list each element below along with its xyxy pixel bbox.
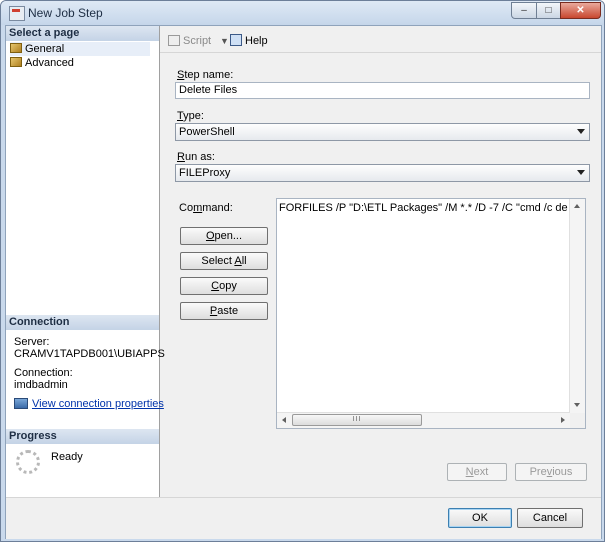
right-pane: Script ▼ Help Step name: Delete Files Ty… [160,26,601,538]
minimize-icon: – [521,5,527,16]
command-text[interactable]: FORFILES /P "D:\ETL Packages" /M *.* /D … [279,202,568,214]
help-label: Help [245,35,268,47]
page-item-label: Advanced [25,57,74,69]
open-button[interactable]: Open... [180,227,268,245]
command-label: Command: [179,202,233,214]
step-name-input[interactable]: Delete Files [175,82,590,99]
window-title: New Job Step [28,6,103,20]
close-button[interactable]: ✕ [560,2,601,19]
progress-spinner-icon [16,450,40,474]
scroll-right-icon[interactable] [561,417,565,423]
new-job-step-window: New Job Step – □ ✕ Select a page General… [0,0,605,542]
vertical-scrollbar[interactable] [569,199,585,413]
app-icon [9,6,25,21]
scrollbar-corner [570,413,585,428]
scroll-down-icon[interactable] [574,403,580,407]
page-item-label: General [25,43,65,55]
connection-header: Connection [6,315,159,330]
previous-button[interactable]: Previous [515,463,587,481]
advanced-page-icon [10,57,22,67]
view-connection-properties-link[interactable]: View connection properties [32,398,164,410]
connection-label: Connection: [14,367,73,379]
dialog-button-bar: OK Cancel [6,497,601,539]
page-item-general[interactable]: General [10,42,150,56]
next-button[interactable]: Next [447,463,507,481]
minimize-button[interactable]: – [511,2,537,19]
scroll-left-icon[interactable] [282,417,286,423]
run-as-label: Run as: [177,151,215,163]
page-item-advanced[interactable]: Advanced [10,56,150,70]
view-connection-properties[interactable]: View connection properties [14,398,164,410]
title-bar[interactable]: New Job Step – □ ✕ [1,1,604,25]
general-page-icon [10,43,22,53]
run-as-value: FILEProxy [179,167,231,179]
script-label: Script [183,35,212,47]
help-icon [230,34,242,46]
type-select[interactable]: PowerShell [175,123,590,141]
maximize-button[interactable]: □ [536,2,561,19]
step-name-label: Step name: [177,69,234,81]
connection-value: imdbadmin [14,379,68,391]
type-label: Type: [177,110,204,122]
progress-status: Ready [51,451,83,463]
run-as-select[interactable]: FILEProxy [175,164,590,182]
script-icon [168,35,180,46]
server-label: Server: [14,336,50,348]
command-textarea[interactable]: FORFILES /P "D:\ETL Packages" /M *.* /D … [276,198,586,429]
chevron-down-icon [577,129,585,134]
script-button[interactable]: Script [168,34,211,48]
server-value: CRAMV1TAPDB001\UBIAPPS [14,348,165,360]
paste-button[interactable]: Paste [180,302,268,320]
select-all-button[interactable]: Select All [180,252,268,270]
cancel-button[interactable]: Cancel [517,508,583,528]
chevron-down-icon [577,170,585,175]
horizontal-scrollbar[interactable]: III [277,412,570,428]
toolbar-separator [160,52,601,53]
ok-button[interactable]: OK [448,508,512,528]
connection-properties-icon [14,398,28,409]
select-page-header: Select a page [6,26,159,41]
script-dropdown-icon[interactable]: ▼ [220,34,229,48]
dialog-client-area: Select a page General Advanced Connectio… [5,25,602,539]
progress-header: Progress [6,429,159,444]
type-value: PowerShell [179,126,235,138]
maximize-icon: □ [545,5,552,16]
close-icon: ✕ [576,5,585,16]
toolbar: Script ▼ Help [160,26,601,52]
copy-button[interactable]: Copy [180,277,268,295]
left-pane: Select a page General Advanced Connectio… [6,26,165,538]
help-button[interactable]: Help [230,34,268,48]
scroll-up-icon[interactable] [574,204,580,208]
horizontal-scroll-thumb[interactable]: III [292,414,422,426]
